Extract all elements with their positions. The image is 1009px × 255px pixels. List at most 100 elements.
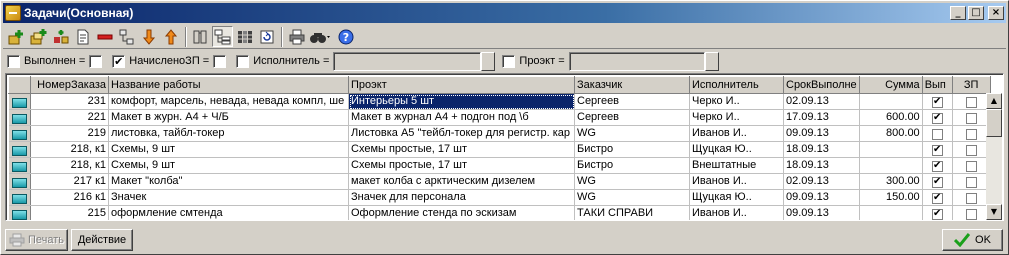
print-button[interactable]: Печать xyxy=(5,229,68,251)
column-header-order[interactable]: НомерЗаказа xyxy=(30,76,109,94)
executor-filter-input[interactable] xyxy=(333,51,482,71)
move-icon[interactable] xyxy=(50,26,71,47)
filter-icon[interactable] xyxy=(190,26,211,47)
cell-done[interactable]: ✔ xyxy=(922,205,953,220)
cell-project[interactable]: Значек для персонала xyxy=(348,189,575,206)
print-icon[interactable] xyxy=(286,26,307,47)
refresh-icon[interactable] xyxy=(256,26,277,47)
cell-order[interactable]: 221 xyxy=(30,109,109,126)
cell-sum[interactable]: 600.00 xyxy=(859,109,923,126)
row-indicator[interactable] xyxy=(8,93,31,110)
minimize-button[interactable]: _ xyxy=(950,6,966,20)
table-row[interactable]: 218, к1 Схемы, 9 шт Схемы простые, 17 шт Би… xyxy=(8,141,991,158)
hierarchy-icon[interactable] xyxy=(212,26,233,47)
cell-deadline[interactable]: 18.09.13 xyxy=(783,157,860,174)
cell-project[interactable]: Схемы простые, 17 шт xyxy=(348,157,575,174)
done-checkbox[interactable]: ✔ xyxy=(931,144,943,156)
cell-order[interactable]: 218, к1 xyxy=(30,157,109,174)
cell-done[interactable]: ✔ xyxy=(922,189,953,206)
cell-done[interactable]: ✔ xyxy=(922,141,953,158)
cell-deadline[interactable]: 09.09.13 xyxy=(783,125,860,142)
cell-executor[interactable]: Иванов И.. xyxy=(689,173,784,190)
cell-done[interactable]: ✔ xyxy=(922,157,953,174)
cell-deadline[interactable]: 02.09.13 xyxy=(783,173,860,190)
cell-customer[interactable]: Сергеев xyxy=(574,93,690,110)
scroll-thumb[interactable] xyxy=(986,109,1002,137)
zp-checkbox[interactable] xyxy=(965,192,977,204)
zp-checkbox[interactable] xyxy=(965,160,977,172)
cell-sum[interactable]: 300.00 xyxy=(859,173,923,190)
cell-zp[interactable] xyxy=(952,189,991,206)
table-row[interactable]: 218, к1 Схемы, 9 шт Схемы простые, 17 шт Би… xyxy=(8,157,991,174)
tree-icon[interactable] xyxy=(116,26,137,47)
cell-deadline[interactable]: 17.09.13 xyxy=(783,109,860,126)
title-bar[interactable]: Задачи(Основная) _ □ × xyxy=(3,3,1006,23)
cell-deadline[interactable]: 18.09.13 xyxy=(783,141,860,158)
cell-name[interactable]: Схемы, 9 шт xyxy=(108,157,349,174)
cell-order[interactable]: 231 xyxy=(30,93,109,110)
row-indicator[interactable] xyxy=(8,173,31,190)
zp-checkbox[interactable] xyxy=(965,208,977,220)
ok-button[interactable]: OK xyxy=(942,229,1003,251)
cell-project[interactable]: Макет в журнал А4 + подгон под \б xyxy=(348,109,575,126)
cell-customer[interactable]: Сергеев xyxy=(574,109,690,126)
done-checkbox[interactable]: ✔ xyxy=(931,192,943,204)
tasks-grid[interactable]: НомерЗаказа Название работы Проэкт Заказ… xyxy=(5,73,1004,221)
cell-deadline[interactable]: 02.09.13 xyxy=(783,93,860,110)
column-header-zp[interactable]: ЗП xyxy=(951,76,991,94)
column-header-customer[interactable]: Заказчик xyxy=(574,76,690,94)
done-checkbox[interactable] xyxy=(931,128,943,140)
column-header-project[interactable]: Проэкт xyxy=(348,76,575,94)
cell-customer[interactable]: ТАКИ СПРАВИ xyxy=(574,205,690,220)
done-checkbox[interactable]: ✔ xyxy=(931,176,943,188)
row-indicator[interactable] xyxy=(8,205,31,220)
row-indicator[interactable] xyxy=(8,141,31,158)
cell-executor[interactable]: Щуцкая Ю.. xyxy=(689,189,784,206)
done-checkbox[interactable]: ✔ xyxy=(931,160,943,172)
arrow-down-icon[interactable] xyxy=(138,26,159,47)
add-copy-icon[interactable] xyxy=(28,26,49,47)
close-button[interactable]: × xyxy=(988,6,1004,20)
find-icon[interactable] xyxy=(308,26,334,47)
cell-zp[interactable] xyxy=(952,125,991,142)
cell-executor[interactable]: Иванов И.. xyxy=(689,125,784,142)
table-row[interactable]: 219 листовка, тайбл-токер Листовка А5 "тей… xyxy=(8,125,991,142)
arrow-up-icon[interactable] xyxy=(160,26,181,47)
cell-project[interactable]: Листовка А5 "тейбл-токер для регистр. ка… xyxy=(348,125,575,142)
cell-done[interactable]: ✔ xyxy=(922,93,953,110)
cell-order[interactable]: 217 к1 xyxy=(30,173,109,190)
cell-customer[interactable]: WG xyxy=(574,173,690,190)
accrued-filter-enable-checkbox[interactable]: ✔ xyxy=(112,54,126,68)
done-checkbox[interactable]: ✔ xyxy=(931,96,943,108)
cell-order[interactable]: 216 к1 xyxy=(30,189,109,206)
cell-zp[interactable] xyxy=(952,141,991,158)
maximize-button[interactable]: □ xyxy=(968,6,984,20)
executor-filter-select-button[interactable] xyxy=(481,51,496,71)
cell-executor[interactable]: Черко И.. xyxy=(689,109,784,126)
cell-sum[interactable]: 150.00 xyxy=(859,189,923,206)
zp-checkbox[interactable] xyxy=(965,176,977,188)
row-indicator[interactable] xyxy=(8,109,31,126)
executor-filter-enable-checkbox[interactable] xyxy=(236,54,250,68)
cell-done[interactable]: ✔ xyxy=(922,109,953,126)
done-checkbox[interactable]: ✔ xyxy=(931,112,943,124)
project-filter-select-button[interactable] xyxy=(704,51,719,71)
cell-order[interactable]: 219 xyxy=(30,125,109,142)
cell-deadline[interactable]: 09.09.13 xyxy=(783,205,860,220)
done-filter-enable-checkbox[interactable] xyxy=(7,54,20,68)
table-row[interactable]: 216 к1 Значек Значек для персонала WG Щуцкая… xyxy=(8,189,991,206)
cell-name[interactable]: Макет в журн. А4 + Ч/Б xyxy=(108,109,349,126)
delete-icon[interactable] xyxy=(94,26,115,47)
cell-order[interactable]: 218, к1 xyxy=(30,141,109,158)
zp-checkbox[interactable] xyxy=(965,144,977,156)
action-button[interactable]: Действие xyxy=(71,229,133,251)
columns-icon[interactable] xyxy=(234,26,255,47)
row-indicator[interactable] xyxy=(8,157,31,174)
cell-executor[interactable]: Черко И.. xyxy=(689,93,784,110)
cell-done[interactable]: ✔ xyxy=(922,173,953,190)
column-header-name[interactable]: Название работы xyxy=(108,76,349,94)
cell-project[interactable]: Интерьеры 5 шт xyxy=(348,93,575,110)
cell-project[interactable]: макет колба с арктическим дизелем xyxy=(348,173,575,190)
done-filter-value-checkbox[interactable] xyxy=(89,54,103,68)
document-icon[interactable] xyxy=(72,26,93,47)
